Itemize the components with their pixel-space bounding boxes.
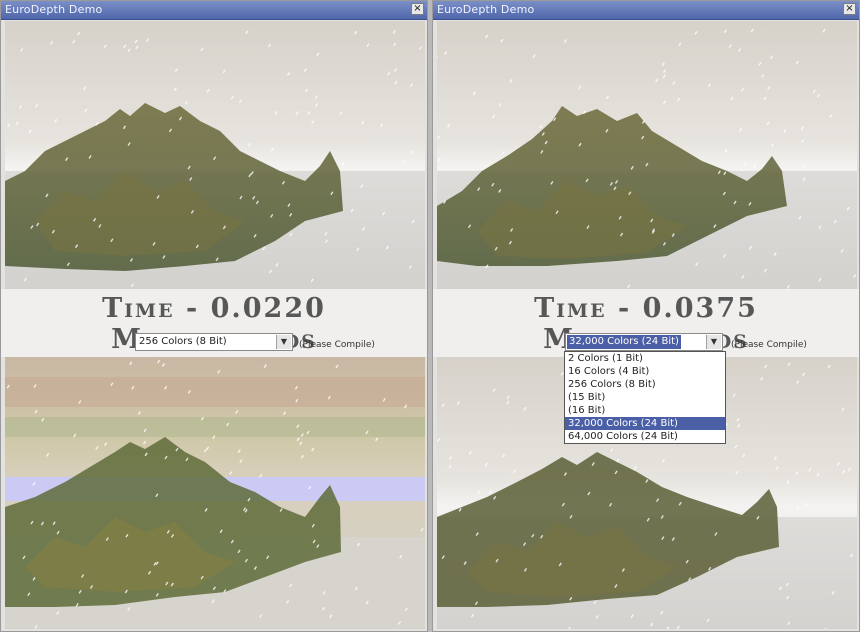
select-value: 256 Colors (8 Bit)	[139, 336, 227, 347]
window-title: EuroDepth Demo	[437, 3, 535, 16]
dropdown-option[interactable]: 16 Colors (4 Bit)	[565, 365, 725, 378]
dropdown-option[interactable]: (16 Bit)	[565, 404, 725, 417]
color-depth-select[interactable]: 32,000 Colors (24 Bit) ▼	[565, 333, 723, 351]
close-button[interactable]: ×	[843, 3, 856, 15]
color-depth-dropdown-list[interactable]: 2 Colors (1 Bit) 16 Colors (4 Bit) 256 C…	[564, 351, 726, 444]
dropdown-option[interactable]: 64,000 Colors (24 Bit)	[565, 430, 725, 443]
dropdown-option[interactable]: 2 Colors (1 Bit)	[565, 352, 725, 365]
time-panel: Time - 0.0375 Milliseconds 32,000 Colors…	[433, 289, 859, 357]
color-depth-select[interactable]: 256 Colors (8 Bit) ▼	[135, 333, 293, 351]
demo-window-right: EuroDepth Demo × Time - 0.0375 Milliseco…	[432, 0, 860, 632]
chevron-down-icon[interactable]: ▼	[276, 335, 291, 349]
close-button[interactable]: ×	[411, 3, 424, 15]
render-view-bottom	[5, 357, 425, 629]
title-bar[interactable]: EuroDepth Demo ×	[433, 1, 859, 20]
title-bar[interactable]: EuroDepth Demo ×	[1, 1, 427, 20]
select-value: 32,000 Colors (24 Bit)	[567, 335, 681, 349]
window-title: EuroDepth Demo	[5, 3, 103, 16]
time-panel: Time - 0.0220 Milliseconds 256 Colors (8…	[1, 289, 427, 357]
chevron-down-icon[interactable]: ▼	[706, 335, 721, 349]
dropdown-option[interactable]: 256 Colors (8 Bit)	[565, 378, 725, 391]
render-view-top	[5, 21, 425, 289]
render-view-top	[437, 21, 857, 289]
compile-note: (Please Compile)	[299, 340, 375, 350]
dropdown-option-selected[interactable]: 32,000 Colors (24 Bit)	[565, 417, 725, 430]
dropdown-option[interactable]: (15 Bit)	[565, 391, 725, 404]
demo-window-left: EuroDepth Demo × Time - 0.0220 Milliseco…	[0, 0, 428, 632]
compile-note: (Please Compile)	[731, 340, 807, 350]
